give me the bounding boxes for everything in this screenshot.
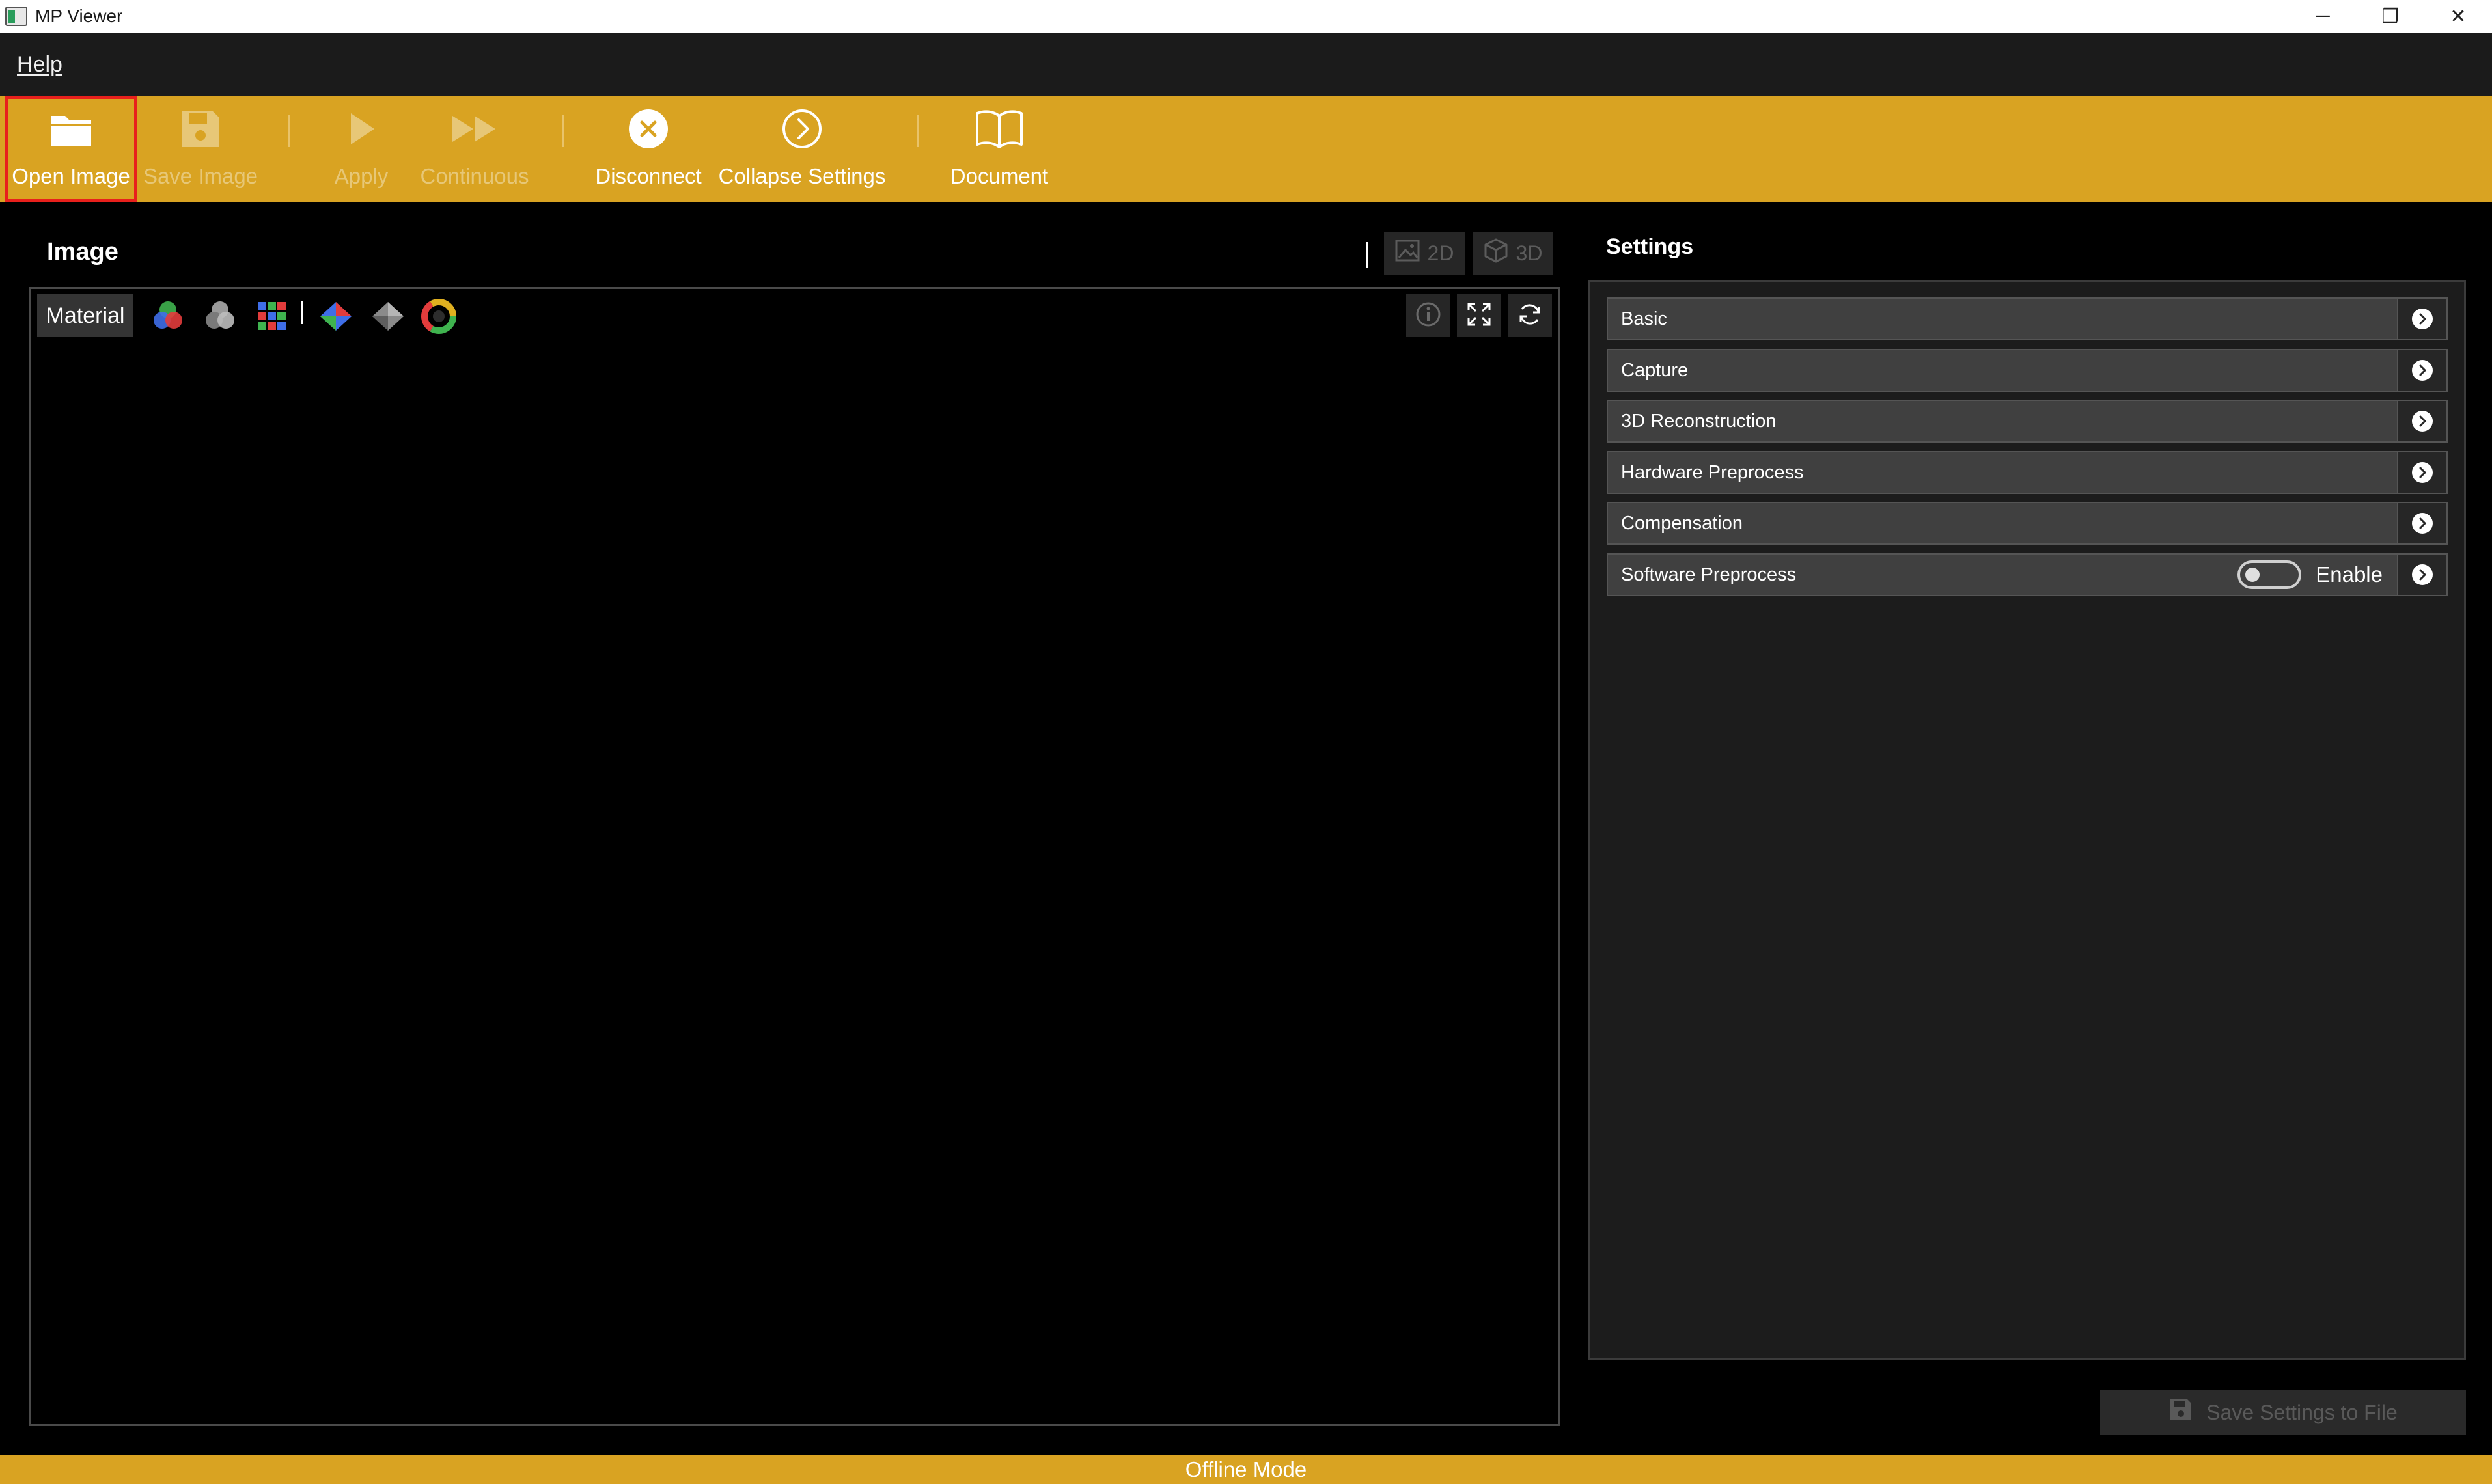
toolbar-separator <box>288 115 290 147</box>
chevron-right-circle-icon[interactable] <box>2397 452 2446 493</box>
fit-view-icon <box>1466 301 1492 331</box>
toolbar: Open Image Save Image Apply Continuous D… <box>0 96 2492 202</box>
toolbar-separator <box>917 115 919 147</box>
status-text: Offline Mode <box>1185 1457 1307 1481</box>
continuous-label: Continuous <box>420 164 529 188</box>
book-open-icon <box>973 103 1025 155</box>
gray-diamond-icon[interactable] <box>368 297 408 336</box>
apply-label: Apply <box>334 164 389 188</box>
save-icon <box>2168 1397 2193 1427</box>
software-preprocess-toggle[interactable] <box>2237 560 2302 589</box>
window-title: MP Viewer <box>35 6 123 26</box>
material-button[interactable]: Material <box>37 294 133 337</box>
app-icon <box>5 7 27 26</box>
save-image-button[interactable]: Save Image <box>137 96 264 202</box>
folder-open-icon <box>45 103 97 155</box>
menu-help[interactable]: Help <box>17 52 62 77</box>
menu-bar: Help <box>0 33 2492 96</box>
settings-title: Settings <box>1606 234 1694 259</box>
close-window-button[interactable]: ✕ <box>2424 0 2492 33</box>
color-ring-icon[interactable] <box>419 297 458 336</box>
settings-section-basic[interactable]: Basic <box>1607 297 2448 340</box>
disconnect-button[interactable]: Disconnect <box>586 96 711 202</box>
settings-section-label: Capture <box>1621 359 1689 381</box>
settings-section-compensation[interactable]: Compensation <box>1607 502 2448 545</box>
color-diamond-icon[interactable] <box>316 297 355 336</box>
open-image-label: Open Image <box>12 164 130 188</box>
image-icon <box>1395 240 1420 267</box>
save-settings-label: Save Settings to File <box>2206 1400 2398 1424</box>
rgb-circles-icon[interactable] <box>148 297 187 336</box>
window-controls: ─ ❐ ✕ <box>2289 0 2492 33</box>
chevron-right-circle-icon[interactable] <box>2397 555 2446 595</box>
save-settings-button[interactable]: Save Settings to File <box>2100 1390 2466 1435</box>
chevron-right-circle-icon[interactable] <box>2397 299 2446 339</box>
chevron-right-circle-icon[interactable] <box>2397 401 2446 441</box>
view-3d-button[interactable]: 3D <box>1473 232 1553 275</box>
settings-section-label: Compensation <box>1621 512 1743 534</box>
open-image-button[interactable]: Open Image <box>5 96 137 202</box>
status-bar: Offline Mode <box>0 1455 2492 1484</box>
material-separator <box>301 301 303 324</box>
save-icon <box>174 103 227 155</box>
collapse-settings-button[interactable]: Collapse Settings <box>716 96 888 202</box>
cube-icon <box>1484 238 1508 268</box>
chevron-right-circle-icon[interactable] <box>2397 350 2446 391</box>
settings-section-hardware-preprocess[interactable]: Hardware Preprocess <box>1607 451 2448 494</box>
refresh-icon <box>1517 301 1543 331</box>
play-icon <box>335 103 387 155</box>
disconnect-label: Disconnect <box>595 164 702 188</box>
settings-section-3d-reconstruction[interactable]: 3D Reconstruction <box>1607 400 2448 443</box>
image-panel-title: Image <box>47 238 118 266</box>
view-3d-label: 3D <box>1516 241 1543 265</box>
toggle-knob <box>2245 568 2260 582</box>
close-circle-icon <box>622 103 674 155</box>
minimize-button[interactable]: ─ <box>2289 0 2357 33</box>
settings-section-label: Basic <box>1621 308 1667 329</box>
refresh-button[interactable] <box>1508 294 1552 337</box>
view-2d-button[interactable]: 2D <box>1384 232 1465 275</box>
info-icon <box>1415 301 1441 331</box>
fast-forward-icon <box>449 103 501 155</box>
info-button[interactable] <box>1406 294 1450 337</box>
toggle-enable-label: Enable <box>2316 562 2383 586</box>
fit-view-button[interactable] <box>1457 294 1501 337</box>
settings-section-capture[interactable]: Capture <box>1607 349 2448 392</box>
document-label: Document <box>950 164 1049 188</box>
app-window: MP Viewer ─ ❐ ✕ Help Open Image Save Ima… <box>0 0 2492 1484</box>
document-button[interactable]: Document <box>937 96 1061 202</box>
color-grid-icon[interactable] <box>253 297 292 336</box>
image-canvas[interactable] <box>29 287 1560 1426</box>
view-2d-label: 2D <box>1427 241 1454 265</box>
restore-button[interactable]: ❐ <box>2357 0 2424 33</box>
save-image-label: Save Image <box>143 164 258 188</box>
settings-section-label: 3D Reconstruction <box>1621 410 1777 432</box>
apply-button[interactable]: Apply <box>312 96 410 202</box>
continuous-button[interactable]: Continuous <box>414 96 535 202</box>
toolbar-separator <box>562 115 564 147</box>
settings-section-label: Software Preprocess <box>1621 564 1797 585</box>
chevron-right-circle-icon[interactable] <box>2397 503 2446 543</box>
title-bar: MP Viewer ─ ❐ ✕ <box>0 0 2492 33</box>
collapse-settings-label: Collapse Settings <box>718 164 886 188</box>
chevron-right-circle-icon <box>776 103 828 155</box>
settings-section-software-preprocess[interactable]: Software Preprocess Enable <box>1607 553 2448 596</box>
gray-circles-icon[interactable] <box>201 297 240 336</box>
settings-section-label: Hardware Preprocess <box>1621 461 1804 483</box>
view-separator <box>1366 242 1368 268</box>
